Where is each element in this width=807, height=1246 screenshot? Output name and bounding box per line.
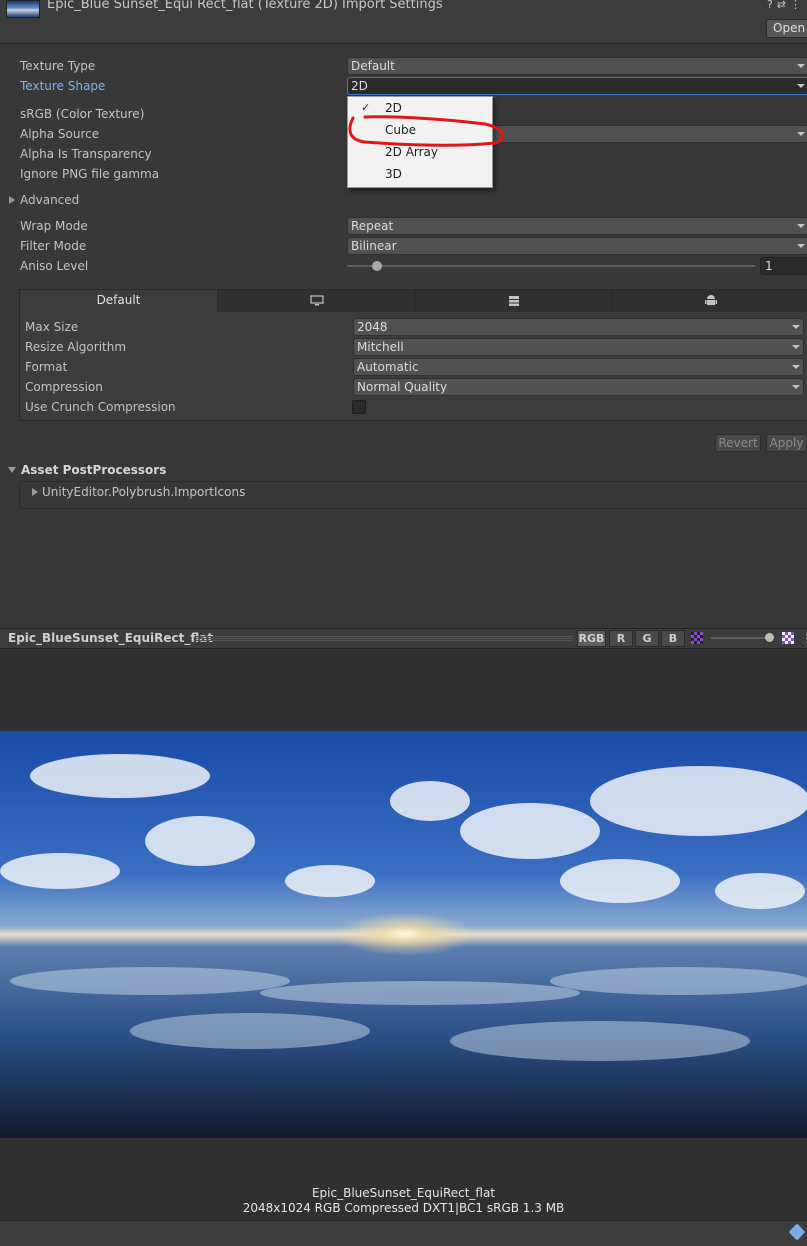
aniso-level-label: Aniso Level <box>20 259 89 273</box>
chevron-down-icon <box>797 64 805 68</box>
preview-menu-icon[interactable]: ⋮ <box>801 631 807 645</box>
menu-icon[interactable]: ⋮ <box>790 0 805 11</box>
resize-algorithm-label: Resize Algorithm <box>25 340 127 354</box>
tab-standalone[interactable] <box>218 290 416 312</box>
alpha-transparency-label: Alpha Is Transparency <box>20 147 152 161</box>
format-dropdown[interactable]: Automatic <box>353 358 804 376</box>
chevron-down-icon <box>797 132 805 136</box>
compression-label: Compression <box>25 380 103 394</box>
red-annotation-stroke <box>348 115 504 147</box>
chevron-down-icon <box>792 365 800 369</box>
header-icons: ?⇄⋮ <box>767 0 805 11</box>
crunch-compression-checkbox[interactable] <box>352 400 366 414</box>
aniso-slider-handle[interactable] <box>372 261 382 271</box>
postprocessors-foldout-icon[interactable] <box>8 467 16 473</box>
channel-g-button[interactable]: G <box>635 630 659 647</box>
preview-info-name: Epic_BlueSunset_EquiRect_flat <box>311 1186 496 1200</box>
mip-level-icon[interactable] <box>782 632 794 644</box>
footer-bar <box>0 1220 807 1246</box>
texture-shape-dropdown[interactable]: 2D <box>347 77 807 95</box>
channel-r-button[interactable]: R <box>609 630 633 647</box>
srgb-label: sRGB (Color Texture) <box>20 107 145 121</box>
max-size-label: Max Size <box>25 320 79 334</box>
postprocessors-title[interactable]: Asset PostProcessors <box>21 463 166 477</box>
postprocessor-item[interactable]: UnityEditor.Polybrush.ImportIcons <box>42 485 245 499</box>
chevron-down-icon <box>792 385 800 389</box>
mip-slider-handle[interactable] <box>765 633 774 642</box>
alpha-channel-icon[interactable] <box>691 632 703 644</box>
advanced-foldout-icon[interactable] <box>9 196 15 204</box>
postprocessor-foldout-icon[interactable] <box>32 488 38 496</box>
tab-android[interactable] <box>613 290 807 312</box>
revert-button[interactable]: Revert <box>715 434 761 452</box>
wrap-mode-dropdown[interactable]: Repeat <box>347 217 807 235</box>
advanced-foldout-label[interactable]: Advanced <box>20 193 79 207</box>
channel-b-button[interactable]: B <box>661 630 685 647</box>
wrap-mode-label: Wrap Mode <box>20 219 88 233</box>
preview-info-details: 2048x1024 RGB Compressed DXT1|BC1 sRGB 1… <box>242 1201 565 1215</box>
texture-type-dropdown[interactable]: Default <box>347 57 807 75</box>
filter-mode-label: Filter Mode <box>20 239 87 253</box>
help-icon[interactable]: ? <box>767 0 777 11</box>
tab-default[interactable]: Default <box>20 290 218 312</box>
texture-type-label: Texture Type <box>20 59 96 73</box>
preview-drag-handle[interactable] <box>195 636 573 641</box>
resize-algorithm-dropdown[interactable]: Mitchell <box>353 338 804 356</box>
menu-item-3d[interactable]: 3D <box>385 167 402 181</box>
compression-dropdown[interactable]: Normal Quality <box>353 378 804 396</box>
preset-icon[interactable]: ⇄ <box>777 0 790 11</box>
format-label: Format <box>25 360 68 374</box>
tab-server[interactable] <box>416 290 613 312</box>
aniso-slider-track[interactable] <box>347 265 755 267</box>
ignore-png-gamma-label: Ignore PNG file gamma <box>20 167 160 181</box>
chevron-down-icon <box>792 325 800 329</box>
server-icon <box>509 296 519 306</box>
max-size-dropdown[interactable]: 2048 <box>353 318 804 336</box>
texture-shape-label: Texture Shape <box>20 79 106 93</box>
apply-button[interactable]: Apply <box>766 434 807 452</box>
inspector-title: Epic_Blue Sunset_Equi Rect_flat (Texture… <box>47 0 443 12</box>
texture-preview-image <box>0 731 807 1138</box>
chevron-down-icon <box>797 244 805 248</box>
chevron-down-icon <box>792 345 800 349</box>
android-icon <box>704 295 717 305</box>
channel-rgb-button[interactable]: RGB <box>577 630 606 647</box>
crunch-compression-label: Use Crunch Compression <box>25 400 176 414</box>
open-button[interactable]: Open <box>766 19 807 38</box>
monitor-icon <box>309 295 324 306</box>
filter-mode-dropdown[interactable]: Bilinear <box>347 237 807 255</box>
aniso-level-input[interactable]: 1 <box>760 257 807 275</box>
preview-name: Epic_BlueSunset_EquiRect_flat <box>8 631 214 645</box>
texture-thumbnail <box>6 0 40 18</box>
mip-slider-track[interactable] <box>711 637 773 639</box>
chevron-down-icon <box>797 84 805 88</box>
alpha-source-label: Alpha Source <box>20 127 100 141</box>
chevron-down-icon <box>797 224 805 228</box>
